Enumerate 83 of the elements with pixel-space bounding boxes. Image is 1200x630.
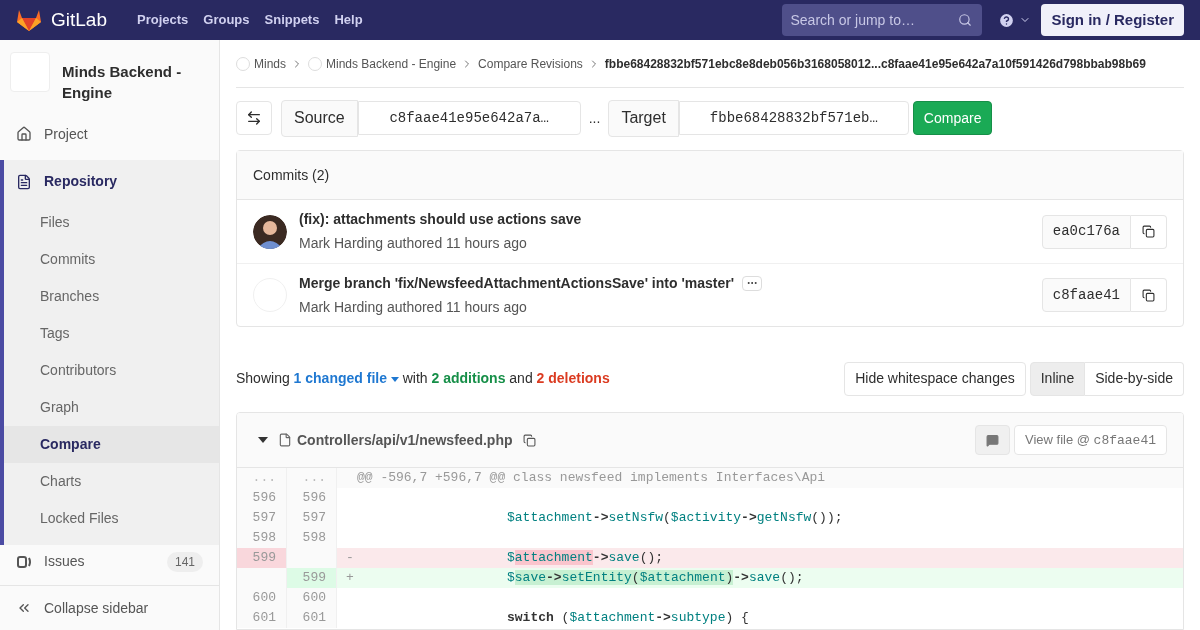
nav-link[interactable]: Projects xyxy=(131,10,195,30)
line-number: 599 xyxy=(237,548,287,568)
breadcrumb-link[interactable]: fbbe68428832bf571ebc8e8deb056b3168058012...c8faae41e95e642a7a10f591426d798bbab98b69 xyxy=(604,54,1146,73)
sign-in-button[interactable]: Sign in / Register xyxy=(1041,4,1184,36)
fox-logo-icon[interactable] xyxy=(16,8,42,32)
line-number: 597 xyxy=(237,508,287,528)
line-number: 596 xyxy=(237,488,287,508)
diff-sign: + xyxy=(346,570,354,585)
commit-title[interactable]: (fix): attachments should use actions save xyxy=(299,209,582,230)
copy-button[interactable] xyxy=(1131,214,1167,249)
line-number: 599 xyxy=(287,568,337,588)
diff-summary: Showing 1 changed file with 2 additions and 2 deletions xyxy=(236,369,611,388)
project-name[interactable]: Minds Backend - Engine xyxy=(62,52,209,103)
line-number: 601 xyxy=(287,608,337,628)
hunk-header: @@ -596,7 +596,7 @@ class newsfeed implements Interfaces\Api xyxy=(357,469,826,487)
changed-files-link[interactable]: 1 changed file xyxy=(293,370,399,386)
diff-sign: - xyxy=(346,550,354,565)
line-number: 596 xyxy=(287,488,337,508)
target-label: Target xyxy=(608,99,679,137)
speech-bubble-icon xyxy=(986,433,999,447)
file-path[interactable]: Controllers/api/v1/newsfeed.php xyxy=(297,429,513,451)
line-number: 600 xyxy=(287,588,337,608)
nav-link[interactable]: Help xyxy=(328,10,369,30)
copy-icon xyxy=(1142,288,1155,302)
breadcrumb-link[interactable]: Minds Backend - Engine xyxy=(326,54,457,73)
collapse-caret-icon[interactable] xyxy=(258,437,268,443)
target-field[interactable]: fbbe68428832bf571eb… xyxy=(678,101,909,135)
search-icon xyxy=(958,13,973,27)
sidebar-item[interactable]: Repository xyxy=(4,159,219,204)
sidebar-subitem[interactable]: Commits xyxy=(4,240,219,278)
source-field[interactable]: c8faae41e95e642a7a… xyxy=(357,101,581,135)
commit-title[interactable]: Merge branch 'fix/NewsfeedAttachmentActionsSave' into 'master' xyxy=(299,272,734,294)
comment-button[interactable] xyxy=(975,425,1010,455)
line-number: 598 xyxy=(287,528,337,548)
code-line: switch ($attachment->subtype) { xyxy=(506,609,749,627)
copy-icon xyxy=(1142,225,1155,238)
line-number: 600 xyxy=(237,588,287,608)
line-number: 597 xyxy=(287,508,337,528)
commit-sha[interactable]: ea0c176a xyxy=(1041,214,1131,249)
document-icon xyxy=(16,173,32,190)
code-line: $attachment->setNsfw($activity->getNsfw()); xyxy=(506,509,843,527)
range-separator: ... xyxy=(588,108,601,128)
breadcrumb-link[interactable]: Minds xyxy=(254,54,286,73)
nav-link[interactable]: Snippets xyxy=(258,10,326,30)
sidebar-subitem[interactable]: Charts xyxy=(4,462,219,500)
swap-arrows-icon xyxy=(246,110,262,126)
sidebar-subitem[interactable]: Branches xyxy=(4,277,219,315)
source-label: Source xyxy=(281,99,358,137)
nav-link[interactable]: Groups xyxy=(197,10,256,30)
home-icon xyxy=(16,126,32,143)
view-file-button[interactable]: View file @ c8faae41 xyxy=(1014,425,1167,455)
sidebar-subitem[interactable]: Files xyxy=(4,203,219,241)
copy-icon[interactable] xyxy=(522,433,536,447)
sidebar-subitem[interactable]: Compare xyxy=(4,425,219,463)
hide-whitespace-button[interactable]: Hide whitespace changes xyxy=(844,361,1026,396)
issues-icon xyxy=(16,553,32,570)
sidebar-item[interactable]: Issues 141 xyxy=(0,544,219,579)
sidebar-subitem[interactable]: Locked Files xyxy=(4,499,219,537)
view-mode-tab[interactable]: Side-by-side xyxy=(1085,361,1184,396)
search-field[interactable]: Search or jump to… xyxy=(782,4,983,36)
line-number: 598 xyxy=(237,528,287,548)
sidebar-subitem[interactable]: Contributors xyxy=(4,351,219,389)
commit-meta: Mark Harding authored 11 hours ago xyxy=(299,297,528,317)
sidebar-subitem[interactable]: Tags xyxy=(4,314,219,352)
help-icon xyxy=(998,11,1016,29)
more-button[interactable] xyxy=(742,275,762,291)
sidebar-subitem[interactable]: Graph xyxy=(4,388,219,426)
commit-sha[interactable]: c8faae41 xyxy=(1041,278,1131,312)
commit-meta: Mark Harding authored 11 hours ago xyxy=(299,234,528,253)
code-line: $save->setEntity($attachment)->save(); xyxy=(506,569,804,587)
copy-button[interactable] xyxy=(1131,278,1167,312)
sidebar-item[interactable]: Project xyxy=(0,117,219,152)
panel-title: Commits (2) xyxy=(253,165,330,185)
breadcrumb-link[interactable]: Compare Revisions xyxy=(478,54,583,73)
swap-button[interactable] xyxy=(236,101,272,135)
view-mode-tab[interactable]: Inline xyxy=(1029,361,1086,396)
brand-name[interactable]: GitLab xyxy=(51,5,107,35)
line-number: 601 xyxy=(237,608,287,628)
code-line: $attachment->save(); xyxy=(506,549,664,567)
collapse-sidebar-button[interactable]: Collapse sidebar xyxy=(0,586,149,630)
file-icon xyxy=(278,433,292,447)
count-badge: 141 xyxy=(166,551,203,572)
help-menu-button[interactable] xyxy=(998,11,1032,29)
